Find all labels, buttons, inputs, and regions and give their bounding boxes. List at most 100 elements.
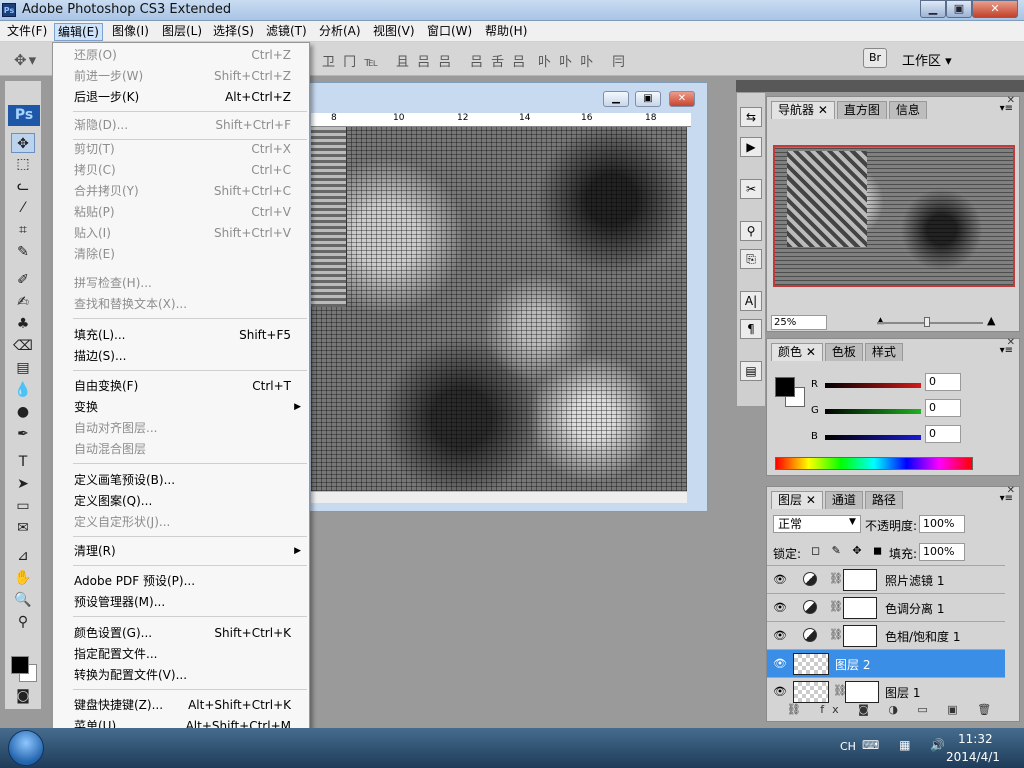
start-button[interactable] [8, 730, 44, 766]
edit-menu-item[interactable]: 指定配置文件... [53, 644, 309, 664]
history-brush-icon[interactable]: ⌫ [11, 336, 35, 356]
shape-tool-icon[interactable]: ✉ [11, 518, 35, 538]
link-icon[interactable]: ⛓ [829, 572, 843, 585]
tab-styles[interactable]: 样式 [864, 343, 903, 361]
bridge-icon[interactable]: Br [863, 48, 887, 68]
panel-menu-icon[interactable]: ▾≡ [1000, 103, 1013, 114]
edit-menu-item[interactable]: 后退一步(K) Alt+Ctrl+Z [53, 87, 309, 107]
color-spectrum[interactable] [775, 457, 973, 470]
pen-tool-icon[interactable]: T [11, 452, 35, 472]
foreground-swatch[interactable] [775, 377, 795, 397]
hand-tool-icon[interactable]: 🔍 [11, 590, 35, 610]
channel-r-slider[interactable] [825, 383, 921, 388]
edit-menu-item[interactable]: 颜色设置(G)... Shift+Ctrl+K [53, 623, 309, 643]
layer-row[interactable]: 👁 图层 2 [767, 649, 1005, 677]
visibility-eye-icon[interactable]: 👁 [773, 657, 787, 670]
channel-b-input[interactable]: 0 [925, 425, 961, 443]
zoom-out-icon[interactable]: ▲ [877, 316, 884, 326]
tray-icons[interactable]: ⌨ ▦ 🔊 [862, 738, 953, 752]
visibility-eye-icon[interactable]: 👁 [773, 685, 787, 698]
foreground-color-swatch[interactable] [11, 656, 29, 674]
channel-b-slider[interactable] [825, 435, 921, 440]
opacity-input[interactable]: 100% [919, 515, 965, 533]
layer-row[interactable]: 👁 ⛓ 色相/饱和度 1 [767, 621, 1005, 649]
brushes-panel-icon[interactable]: ⚲ [740, 221, 762, 241]
character-panel-icon[interactable]: A| [740, 291, 762, 311]
move-tool-icon[interactable]: ✥ [11, 133, 35, 153]
channel-r-input[interactable]: 0 [925, 373, 961, 391]
navigator-thumbnail[interactable] [773, 145, 1015, 287]
blend-mode-select[interactable]: 正常 [773, 515, 861, 533]
image-canvas[interactable] [311, 127, 687, 491]
gradient-tool-icon[interactable]: 💧 [11, 380, 35, 400]
paragraph-panel-icon[interactable]: ¶ [740, 319, 762, 339]
channel-g-slider[interactable] [825, 409, 921, 414]
layer-thumbnail[interactable] [793, 653, 829, 675]
visibility-eye-icon[interactable]: 👁 [773, 629, 787, 642]
menu-edit[interactable]: 编辑(E) [54, 23, 103, 41]
edit-menu-item[interactable]: 描边(S)... [53, 346, 309, 366]
move-tool-preset-icon[interactable]: ✥▾ [14, 51, 38, 69]
layer-mask-thumbnail[interactable] [843, 625, 877, 647]
tool-presets-icon[interactable]: ✂ [740, 179, 762, 199]
notes-tool-icon[interactable]: ⊿ [11, 546, 35, 566]
menu-view[interactable]: 视图(V) [370, 23, 418, 41]
link-icon[interactable]: ⛓ [829, 600, 843, 613]
doc-close-button[interactable]: ✕ [669, 91, 695, 107]
edit-menu-item[interactable]: 自由变换(F) Ctrl+T [53, 376, 309, 396]
input-language[interactable]: CH [840, 740, 856, 753]
lock-icons[interactable]: ◻ ✎ ✥ ◼ [811, 544, 886, 557]
auto-align-icon[interactable]: 冃 [612, 51, 627, 70]
menu-select[interactable]: 选择(S) [210, 23, 257, 41]
maximize-button[interactable]: ▣ [946, 0, 972, 18]
menu-image[interactable]: 图像(I) [109, 23, 152, 41]
zoom-slider-handle[interactable] [924, 317, 930, 327]
menu-help[interactable]: 帮助(H) [482, 23, 530, 41]
visibility-eye-icon[interactable]: 👁 [773, 601, 787, 614]
edit-menu-item[interactable]: Adobe PDF 预设(P)... [53, 571, 309, 591]
tab-histogram[interactable]: 直方图 [836, 101, 887, 119]
edit-menu-item[interactable]: 填充(L)... Shift+F5 [53, 325, 309, 345]
fill-input[interactable]: 100% [919, 543, 965, 561]
actions-panel-icon[interactable]: ▶ [740, 137, 762, 157]
layer-mask-thumbnail[interactable] [843, 569, 877, 591]
chevron-down-icon[interactable]: ▼ [849, 517, 856, 527]
clone-source-icon[interactable]: ⎘ [740, 249, 762, 269]
blur-tool-icon[interactable]: ● [11, 402, 35, 422]
align-buttons[interactable]: 卫 冂 ℡ [322, 51, 380, 70]
panel-menu-icon[interactable]: ▾≡ [1000, 493, 1013, 504]
layer-comps-icon[interactable]: ▤ [740, 361, 762, 381]
tab-navigator[interactable]: 导航器 ✕ [771, 101, 835, 119]
layer-mask-thumbnail[interactable] [845, 681, 879, 703]
clock-time[interactable]: 11:32 [958, 732, 993, 746]
eraser-tool-icon[interactable]: ▤ [11, 358, 35, 378]
menu-analysis[interactable]: 分析(A) [316, 23, 364, 41]
zoom-field[interactable]: 25% [771, 315, 827, 330]
distribute-buttons[interactable]: 吕 舌 吕 [470, 51, 527, 70]
edit-menu-item[interactable]: 定义图案(Q)... [53, 491, 309, 511]
minimize-button[interactable]: ▁ [920, 0, 946, 18]
clone-stamp-icon[interactable]: ♣ [11, 314, 35, 334]
layer-row[interactable]: 👁 ⛓ 图层 1 [767, 677, 1005, 705]
menu-file[interactable]: 文件(F) [4, 23, 50, 41]
edit-menu-item[interactable]: 定义画笔预设(B)... [53, 470, 309, 490]
zoom-in-icon[interactable]: ▲ [987, 314, 995, 327]
doc-restore-button[interactable]: ▣ [635, 91, 661, 107]
distribute-buttons-2[interactable]: 卟 卟 卟 [538, 51, 595, 70]
zoom-tool-icon[interactable]: ⚲ [11, 612, 35, 632]
edit-menu-item[interactable]: 键盘快捷键(Z)... Alt+Shift+Ctrl+K [53, 695, 309, 715]
tab-swatches[interactable]: 色板 [824, 343, 863, 361]
align-buttons-2[interactable]: 且 吕 吕 [396, 51, 453, 70]
crop-tool-icon[interactable]: ⌗ [11, 220, 35, 240]
zoom-slider[interactable] [877, 322, 983, 324]
tab-channels[interactable]: 通道 [824, 491, 863, 509]
tab-paths[interactable]: 路径 [864, 491, 903, 509]
panel-menu-icon[interactable]: ▾≡ [1000, 345, 1013, 356]
layer-thumbnail[interactable] [793, 681, 829, 703]
layer-mask-thumbnail[interactable] [843, 597, 877, 619]
menu-window[interactable]: 窗口(W) [424, 23, 475, 41]
layer-row[interactable]: 👁 ⛓ 色调分离 1 [767, 593, 1005, 621]
layer-row[interactable]: 👁 ⛓ 照片滤镜 1 [767, 565, 1005, 593]
slice-tool-icon[interactable]: ✎ [11, 242, 35, 262]
layer-footer-buttons[interactable]: ⛓ fx ◙ ◑ ▭ ▣ 🗑 [767, 703, 1019, 721]
